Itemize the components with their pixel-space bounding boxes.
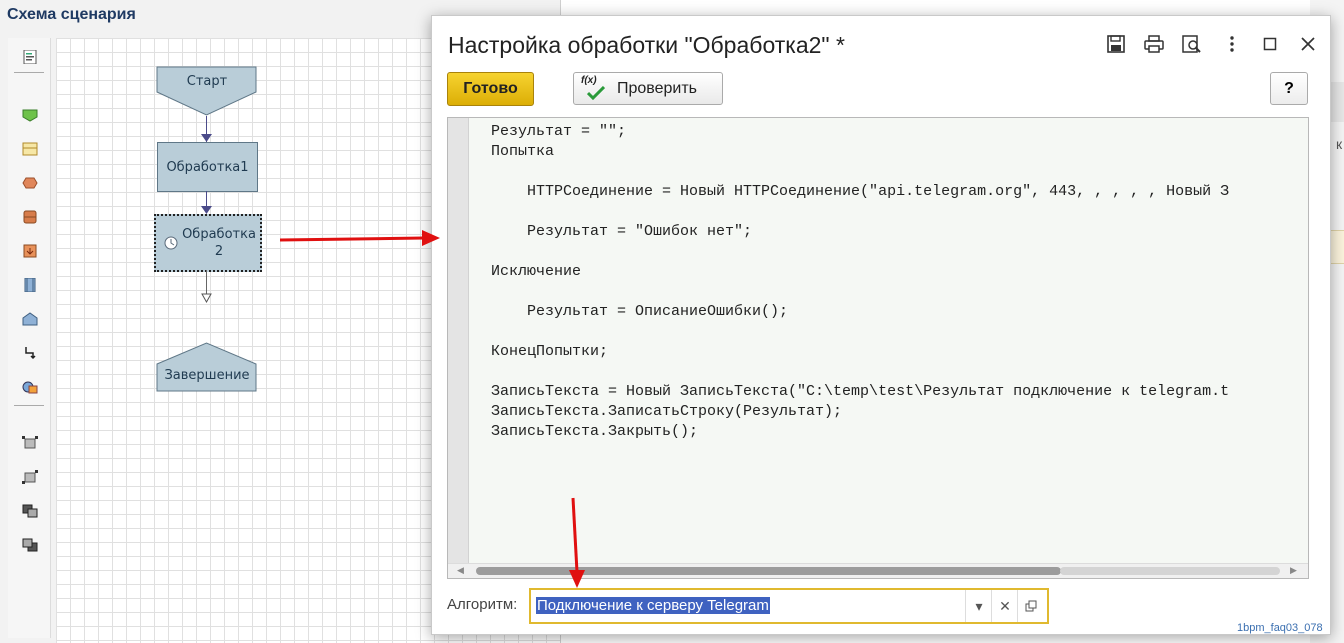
bring-forward-icon[interactable]: [22, 504, 38, 518]
check-button[interactable]: f(x) Проверить: [573, 72, 723, 105]
start-node-label: Старт: [186, 74, 228, 89]
scroll-left-icon[interactable]: ◀: [457, 565, 464, 576]
preview-icon[interactable]: [1181, 33, 1203, 55]
maximize-icon[interactable]: [1259, 33, 1281, 55]
connector-3: [206, 270, 207, 294]
open-icon[interactable]: [1017, 590, 1044, 622]
annotation-arrow-horizontal: [279, 230, 440, 246]
processing-node-2-number: 2: [214, 244, 224, 259]
decoration-icon[interactable]: [22, 380, 38, 394]
help-button[interactable]: ?: [1270, 72, 1308, 105]
algorithm-input[interactable]: Подключение к серверу Telegram: [536, 596, 961, 616]
scroll-right-icon[interactable]: ▶: [1290, 565, 1297, 576]
dialog-title: Настройка обработки "Обработка2" *: [448, 32, 845, 58]
algorithm-field[interactable]: Подключение к серверу Telegram ▾ ✕: [529, 588, 1049, 624]
save-icon[interactable]: [1105, 33, 1127, 55]
element-palette: [8, 38, 51, 638]
send-backward-icon[interactable]: [22, 538, 38, 552]
end-node-label: Завершение: [164, 368, 250, 383]
processing-node-2-label: Обработка: [182, 227, 256, 242]
processing-node-2[interactable]: Обработка 2: [154, 214, 262, 272]
processing-node-1-label: Обработка1: [166, 159, 249, 175]
background-text: к: [1336, 136, 1343, 152]
algorithm-label: Алгоритм:: [447, 596, 518, 613]
scrollbar-thumb[interactable]: [476, 567, 1061, 575]
close-icon[interactable]: [1297, 33, 1319, 55]
print-icon[interactable]: [1143, 33, 1165, 55]
clear-icon[interactable]: ✕: [991, 590, 1018, 622]
scrollbar-track: [1060, 567, 1280, 575]
handler-icon: [164, 236, 178, 250]
insert-shape-icon[interactable]: [22, 244, 38, 258]
watermark: 1bpm_faq03_078: [1237, 622, 1323, 634]
schema-title: Схема сценария: [7, 6, 136, 23]
dropdown-icon[interactable]: ▾: [965, 590, 992, 622]
end-shape-icon[interactable]: [22, 312, 38, 326]
annotation-arrow-vertical: [569, 497, 585, 588]
arrowhead-1: [201, 134, 212, 142]
more-menu-icon[interactable]: [1221, 33, 1243, 55]
processing-node-1[interactable]: Обработка1: [157, 142, 258, 192]
start-shape-icon[interactable]: [22, 108, 38, 122]
check-button-label: Проверить: [617, 79, 698, 97]
editor-gutter: [448, 118, 469, 564]
end-node[interactable]: [156, 342, 258, 392]
code-text[interactable]: Результат = ""; Попытка HTTPСоединение =…: [491, 122, 1229, 442]
subprocess-shape-icon[interactable]: [22, 278, 38, 292]
connector-2: [206, 191, 207, 207]
arrowhead-2: [201, 206, 212, 214]
condition-shape-icon[interactable]: [22, 176, 38, 190]
properties-icon[interactable]: [22, 50, 38, 64]
align-icon[interactable]: [22, 436, 38, 450]
selection-shape-icon[interactable]: [22, 210, 38, 224]
connector-tool-icon[interactable]: [22, 346, 38, 360]
align-center-icon[interactable]: [22, 470, 38, 484]
arrowhead-3: [201, 293, 212, 303]
check-syntax-icon: f(x): [581, 75, 607, 101]
done-button[interactable]: Готово: [447, 72, 534, 106]
processing-shape-icon[interactable]: [22, 142, 38, 156]
